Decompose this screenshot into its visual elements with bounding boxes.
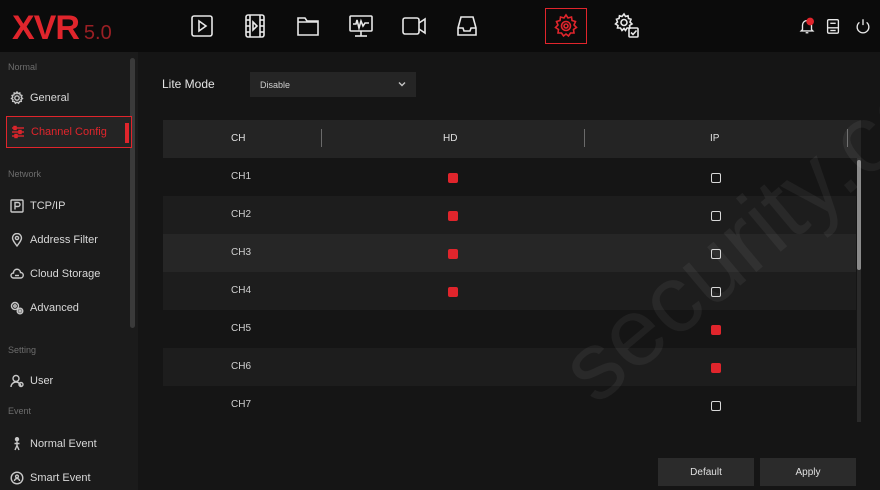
- ip-checkbox[interactable]: [711, 249, 721, 259]
- sidebar-item-label: Cloud Storage: [30, 268, 101, 280]
- sidebar-item-cloud-storage[interactable]: Cloud Storage: [6, 258, 132, 290]
- sidebar-header-event: Event: [8, 406, 32, 416]
- storage-status-icon[interactable]: [823, 16, 843, 36]
- logo-version: 5.0: [83, 22, 112, 44]
- table-row: CH6: [163, 348, 856, 386]
- hd-checkbox[interactable]: [448, 287, 458, 297]
- storage-icon[interactable]: [446, 8, 488, 44]
- table-row: CH7: [163, 386, 856, 422]
- sidebar-item-label: Channel Config: [31, 126, 107, 138]
- column-divider: [847, 129, 848, 147]
- table-header: CH HD IP: [163, 120, 861, 158]
- ip-checkbox[interactable]: [711, 363, 721, 373]
- apply-button[interactable]: Apply: [760, 458, 856, 486]
- channel-label: CH2: [231, 209, 252, 220]
- default-button[interactable]: Default: [658, 458, 754, 486]
- logo-text: XVR: [12, 9, 80, 47]
- hd-checkbox[interactable]: [448, 211, 458, 221]
- channel-label: CH3: [231, 247, 252, 258]
- system-maintenance-icon[interactable]: [606, 8, 648, 44]
- ip-checkbox[interactable]: [711, 401, 721, 411]
- lite-mode-label: Lite Mode: [162, 77, 215, 91]
- channel-table: CH HD IP CH1 CH2 CH3 CH4 CH5 CH6 CH7: [163, 120, 861, 422]
- sidebar-item-label: Smart Event: [30, 472, 91, 484]
- column-divider: [321, 129, 322, 147]
- column-header-ip: IP: [710, 133, 720, 144]
- settings-gear-icon[interactable]: [545, 8, 587, 44]
- location-pin-icon: [10, 233, 24, 247]
- sidebar-item-general[interactable]: General: [6, 82, 132, 114]
- gear-icon: [10, 91, 24, 105]
- camera-icon[interactable]: [393, 8, 435, 44]
- column-header-hd: HD: [443, 133, 458, 144]
- sidebar-item-label: Advanced: [30, 302, 79, 314]
- column-divider: [584, 129, 585, 147]
- sidebar-item-smart-event[interactable]: Smart Event: [6, 462, 132, 490]
- channel-label: CH7: [231, 399, 252, 410]
- hd-checkbox[interactable]: [448, 249, 458, 259]
- table-row: CH1: [163, 158, 856, 196]
- sidebar-item-user[interactable]: User: [6, 365, 132, 397]
- table-row: CH3: [163, 234, 856, 272]
- video-file-icon[interactable]: [234, 8, 276, 44]
- table-row: CH4: [163, 272, 856, 310]
- sidebar-header-normal: Normal: [8, 62, 38, 72]
- channel-label: CH1: [231, 171, 252, 182]
- sliders-icon: [11, 125, 25, 139]
- advanced-gears-icon: [10, 301, 24, 315]
- sidebar-item-channel-config[interactable]: Channel Config: [6, 116, 132, 148]
- sidebar-item-tcp-ip[interactable]: TCP/IP: [6, 190, 132, 222]
- power-icon[interactable]: [853, 16, 873, 36]
- column-header-ch: CH: [231, 133, 246, 144]
- table-row: CH2: [163, 196, 856, 234]
- walking-person-icon: [10, 437, 24, 451]
- channel-label: CH5: [231, 323, 252, 334]
- sidebar-item-label: TCP/IP: [30, 200, 66, 212]
- sidebar-item-address-filter[interactable]: Address Filter: [6, 224, 132, 256]
- folder-icon[interactable]: [287, 8, 329, 44]
- main-content: Lite Mode Disable CH HD IP CH1 CH2 CH3 C…: [138, 52, 880, 490]
- table-row: CH5: [163, 310, 856, 348]
- channel-label: CH4: [231, 285, 252, 296]
- tcp-ip-icon: [10, 199, 24, 213]
- lite-mode-value: Disable: [260, 79, 291, 90]
- sidebar-item-label: User: [30, 375, 54, 387]
- hd-checkbox[interactable]: [448, 173, 458, 183]
- chevron-down-icon: [397, 79, 407, 89]
- channel-label: CH6: [231, 361, 252, 372]
- sidebar-header-setting: Setting: [8, 345, 37, 355]
- table-scrollbar[interactable]: [857, 158, 861, 422]
- smart-event-icon: [10, 471, 24, 485]
- user-icon: [10, 374, 24, 388]
- ip-checkbox[interactable]: [711, 173, 721, 183]
- sidebar-item-label: Address Filter: [30, 234, 98, 246]
- ip-checkbox[interactable]: [711, 287, 721, 297]
- sidebar-item-label: General: [30, 92, 70, 104]
- playback-icon[interactable]: [181, 8, 223, 44]
- lite-mode-select[interactable]: Disable: [250, 72, 416, 97]
- sidebar-header-network: Network: [8, 169, 42, 179]
- system-info-icon[interactable]: [340, 8, 382, 44]
- cloud-icon: [10, 267, 24, 281]
- top-bar: XVR 5.0: [0, 0, 880, 52]
- ip-checkbox[interactable]: [711, 211, 721, 221]
- logo: XVR 5.0: [12, 9, 112, 47]
- sidebar: Normal General Channel Config Network TC…: [0, 52, 138, 490]
- sidebar-item-normal-event[interactable]: Normal Event: [6, 428, 132, 460]
- table-scrollbar-thumb[interactable]: [857, 160, 861, 270]
- alarm-bell-icon[interactable]: [797, 16, 817, 36]
- ip-checkbox[interactable]: [711, 325, 721, 335]
- sidebar-item-label: Normal Event: [30, 438, 97, 450]
- sidebar-item-advanced[interactable]: Advanced: [6, 292, 132, 324]
